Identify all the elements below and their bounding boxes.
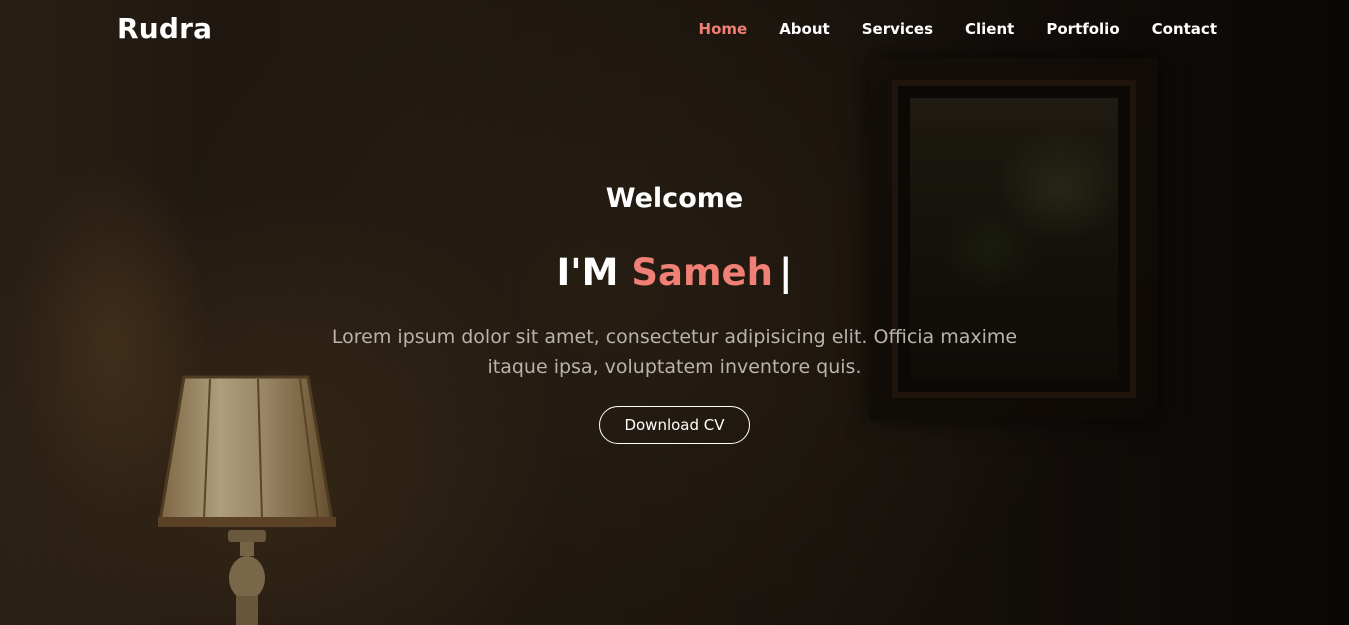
navbar: Rudra Home About Services Client Portfol… bbox=[0, 0, 1349, 62]
typing-cursor: | bbox=[778, 251, 793, 294]
headline-name: Sameh bbox=[631, 251, 773, 294]
nav-item-home[interactable]: Home bbox=[699, 20, 748, 38]
hero-headline: I'M Sameh | bbox=[0, 250, 1349, 300]
headline-prefix: I'M bbox=[556, 251, 619, 294]
hero-section: Rudra Home About Services Client Portfol… bbox=[0, 0, 1349, 625]
nav-item-portfolio[interactable]: Portfolio bbox=[1046, 20, 1119, 38]
nav-item-client[interactable]: Client bbox=[965, 20, 1014, 38]
nav-menu: Home About Services Client Portfolio Con… bbox=[667, 20, 1217, 38]
nav-item-contact[interactable]: Contact bbox=[1152, 20, 1217, 38]
hero-content: Welcome I'M Sameh | Lorem ipsum dolor sit… bbox=[0, 180, 1349, 444]
brand-logo[interactable]: Rudra bbox=[117, 12, 212, 45]
download-cv-button[interactable]: Download CV bbox=[599, 406, 750, 444]
hero-description: Lorem ipsum dolor sit amet, consectetur … bbox=[331, 326, 1018, 378]
nav-item-services[interactable]: Services bbox=[862, 20, 933, 38]
welcome-heading: Welcome bbox=[605, 183, 744, 214]
nav-item-about[interactable]: About bbox=[779, 20, 830, 38]
